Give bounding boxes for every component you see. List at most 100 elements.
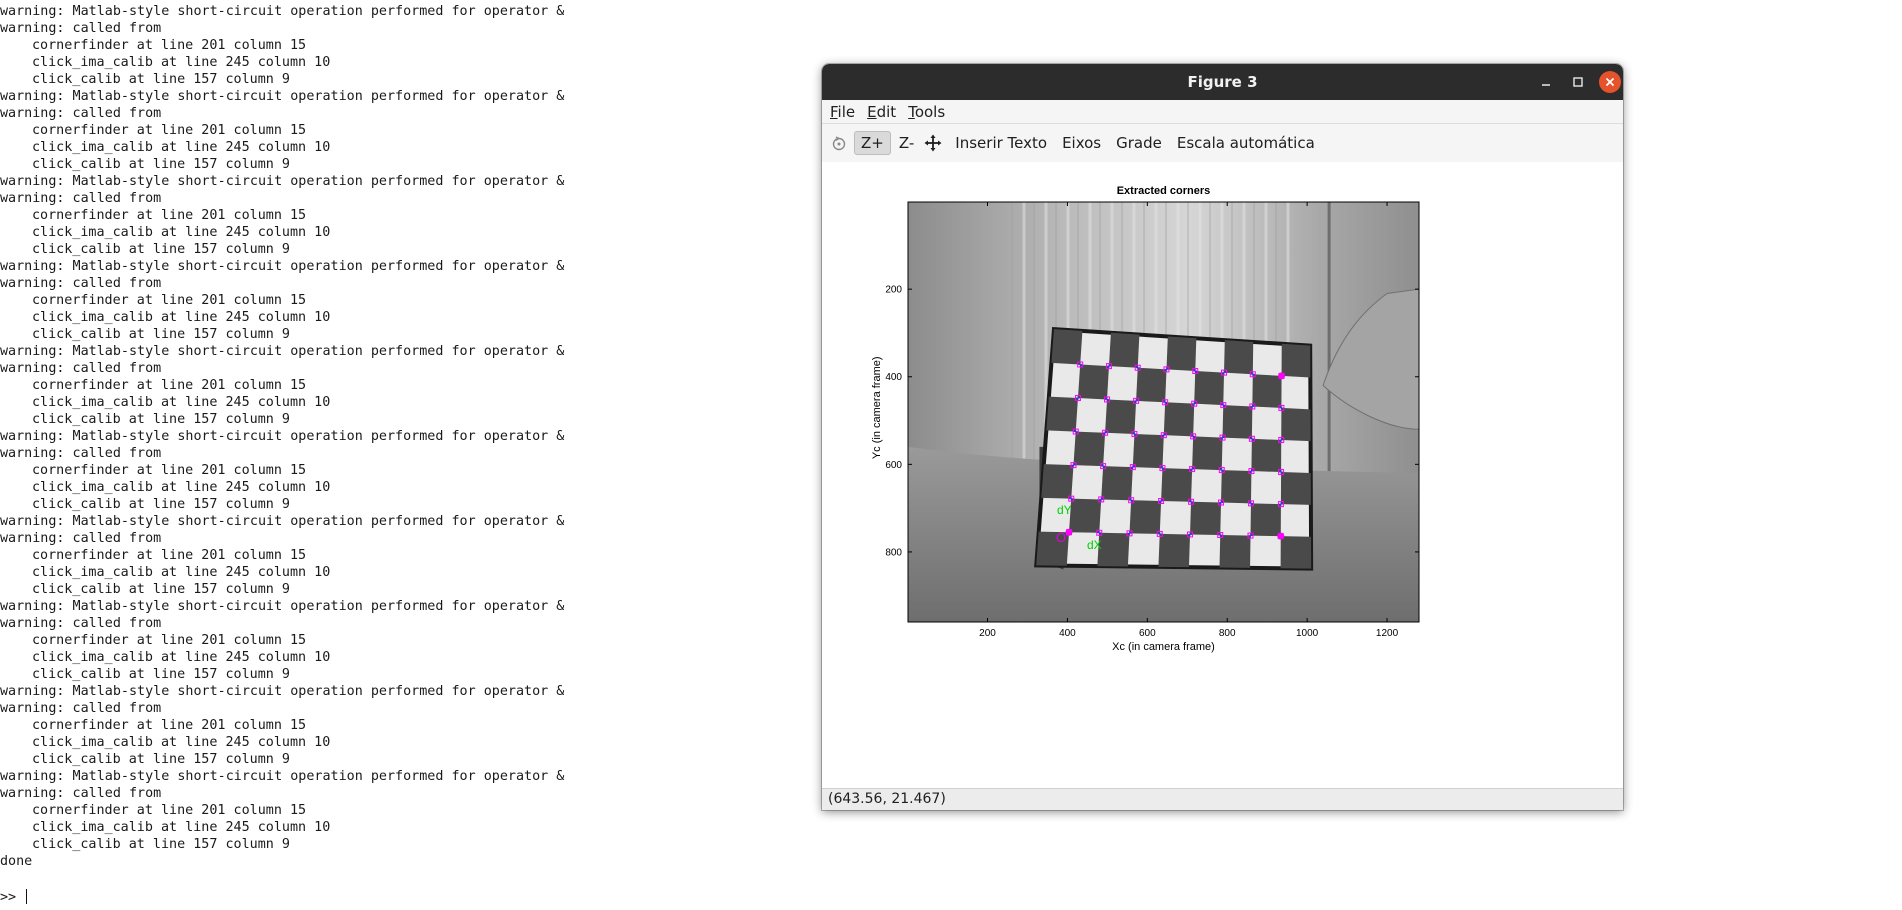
console-line: click_calib at line 157 column 9 — [32, 412, 290, 427]
console-line: warning: called from — [0, 276, 162, 291]
console-line: done — [0, 854, 33, 869]
x-tick-label: 200 — [979, 628, 996, 639]
menu-file[interactable]: File — [830, 103, 855, 121]
board-square — [1281, 407, 1311, 442]
y-tick-label: 200 — [885, 285, 902, 296]
console-line: warning: Matlab-style short-circuit oper… — [0, 429, 565, 444]
console-line: click_ima_calib at line 245 column 10 — [32, 140, 331, 155]
board-square — [1108, 332, 1140, 368]
board-square — [1073, 431, 1106, 467]
console-line: click_ima_calib at line 245 column 10 — [32, 650, 331, 665]
x-tick-label: 800 — [1219, 628, 1236, 639]
console-line: warning: called from — [0, 786, 162, 801]
board-square — [1221, 470, 1252, 504]
board-square — [1097, 532, 1130, 567]
minimize-icon[interactable] — [1535, 71, 1557, 93]
console-line: cornerfinder at line 201 column 15 — [32, 803, 307, 818]
console-line: cornerfinder at line 201 column 15 — [32, 123, 307, 138]
window-title: Figure 3 — [1187, 73, 1258, 91]
board-square — [1281, 343, 1311, 378]
extreme-corner — [1277, 532, 1285, 540]
board-square — [1251, 438, 1282, 473]
menu-bar: File Edit Tools — [822, 100, 1623, 124]
console-line: warning: Matlab-style short-circuit oper… — [0, 344, 565, 359]
prompt-symbol: >> — [0, 890, 17, 905]
rotate-icon[interactable] — [828, 132, 850, 154]
board-square — [1046, 396, 1078, 432]
extreme-corner — [1065, 528, 1073, 536]
console-line: cornerfinder at line 201 column 15 — [32, 38, 307, 53]
console-line: click_ima_calib at line 245 column 10 — [32, 55, 331, 70]
board-square — [1158, 533, 1191, 568]
menu-edit[interactable]: Edit — [867, 103, 896, 121]
x-tick-label: 1000 — [1296, 628, 1319, 639]
axes-button[interactable]: Eixos — [1055, 131, 1108, 155]
console-line: warning: Matlab-style short-circuit oper… — [0, 514, 565, 529]
close-icon[interactable] — [1599, 71, 1621, 93]
x-axis-label: Xc (in camera frame) — [1112, 641, 1215, 653]
console-line: warning: Matlab-style short-circuit oper… — [0, 174, 565, 189]
console-line: warning: Matlab-style short-circuit oper… — [0, 259, 565, 274]
console-line: click_ima_calib at line 245 column 10 — [32, 820, 331, 835]
console-line: warning: called from — [0, 106, 162, 121]
console-line: warning: Matlab-style short-circuit oper… — [0, 769, 565, 784]
board-square — [1250, 503, 1281, 537]
board-square — [1166, 336, 1197, 371]
y-tick-label: 600 — [885, 460, 902, 471]
console-line: click_calib at line 157 column 9 — [32, 752, 290, 767]
dx-label: dX — [1087, 538, 1102, 552]
autoscale-button[interactable]: Escala automática — [1170, 131, 1322, 155]
console-line: click_ima_calib at line 245 column 10 — [32, 225, 331, 240]
title-bar[interactable]: Figure 3 — [822, 64, 1623, 100]
board-square — [1163, 402, 1195, 437]
pan-move-icon[interactable] — [922, 132, 944, 154]
board-square — [1161, 468, 1193, 502]
insert-text-button[interactable]: Inserir Texto — [948, 131, 1054, 155]
console-line: cornerfinder at line 201 column 15 — [32, 548, 307, 563]
board-square — [1136, 367, 1167, 403]
console-line: click_ima_calib at line 245 column 10 — [32, 395, 331, 410]
console-line: click_calib at line 157 column 9 — [32, 72, 290, 87]
maximize-icon[interactable] — [1567, 71, 1589, 93]
board-square — [1219, 535, 1251, 568]
zoom-out-button[interactable]: Z- — [892, 131, 921, 155]
board-square — [1222, 405, 1253, 439]
board-square — [1194, 370, 1225, 406]
plot-area[interactable]: dY dX O 200 400 600 800 1000 1200 200 400 600 800 E… — [822, 162, 1623, 789]
console-line: warning: called from — [0, 361, 162, 376]
x-tick-label: 600 — [1139, 628, 1156, 639]
menu-tools[interactable]: Tools — [908, 103, 945, 121]
board-square — [1129, 500, 1162, 534]
command-prompt[interactable]: >> — [0, 889, 28, 906]
board-square — [1077, 364, 1109, 400]
console-line: click_calib at line 157 column 9 — [32, 837, 290, 852]
board-square — [1252, 374, 1282, 408]
y-tick-label: 800 — [885, 547, 902, 558]
board-square — [1192, 436, 1223, 471]
coordinate-readout: (643.56, 21.467) — [828, 791, 946, 807]
console-line: click_ima_calib at line 245 column 10 — [32, 480, 331, 495]
plot-canvas[interactable]: dY dX O 200 400 600 800 1000 1200 200 400 600 800 E… — [822, 162, 1623, 789]
board-square — [1132, 433, 1164, 469]
board-square — [1190, 501, 1222, 536]
x-tick-label: 400 — [1059, 628, 1076, 639]
console-line: cornerfinder at line 201 column 15 — [32, 718, 307, 733]
board-square — [1105, 399, 1137, 434]
console-line: click_calib at line 157 column 9 — [32, 327, 290, 342]
console-line: warning: called from — [0, 191, 162, 206]
board-square — [1280, 536, 1312, 569]
grid-button[interactable]: Grade — [1109, 131, 1169, 155]
console-line: warning: called from — [0, 531, 162, 546]
console-line: warning: Matlab-style short-circuit oper… — [0, 4, 565, 19]
zoom-in-button[interactable]: Z+ — [854, 131, 891, 155]
console-line: click_ima_calib at line 245 column 10 — [32, 565, 331, 580]
board-square — [1041, 464, 1074, 499]
figure-window: Figure 3 File Edit Tools Z+ Z- Inserir T… — [822, 64, 1623, 810]
console-line: warning: Matlab-style short-circuit oper… — [0, 89, 565, 104]
console-line: warning: called from — [0, 446, 162, 461]
console-line: click_calib at line 157 column 9 — [32, 667, 290, 682]
console-line: warning: called from — [0, 701, 162, 716]
console-line: cornerfinder at line 201 column 15 — [32, 293, 307, 308]
board-square — [1069, 498, 1102, 533]
console-line: cornerfinder at line 201 column 15 — [32, 208, 307, 223]
